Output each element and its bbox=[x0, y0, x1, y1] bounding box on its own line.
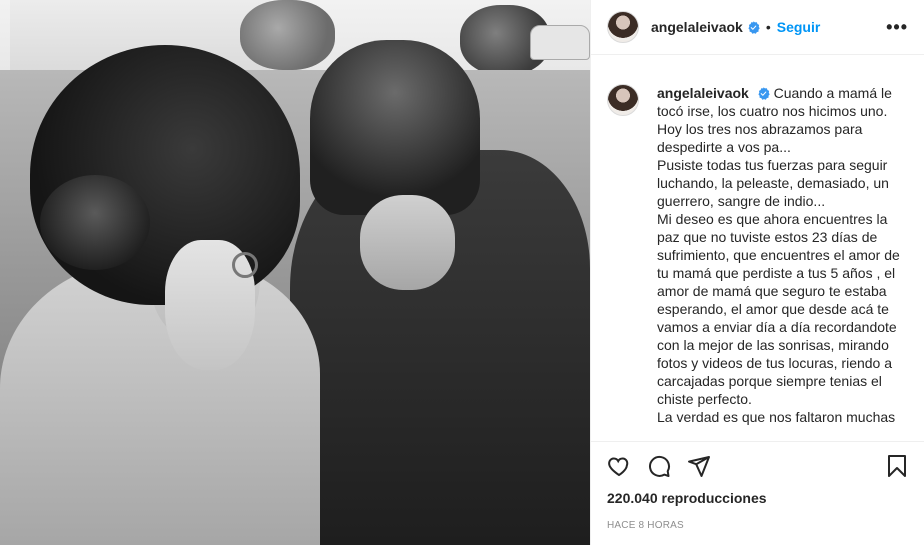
media-car bbox=[530, 25, 590, 60]
action-icons-row bbox=[607, 442, 909, 490]
post-timestamp[interactable]: HACE 8 HORAS bbox=[607, 520, 909, 531]
media-earring bbox=[232, 252, 258, 278]
caption-paragraph: Pusiste todas tus fuerzas para seguir lu… bbox=[657, 157, 889, 209]
verified-badge-icon bbox=[748, 20, 760, 34]
caption-paragraph: angelaleivaok Cuando a mamá le tocó irse… bbox=[657, 84, 907, 156]
media-woman-bun bbox=[40, 175, 150, 270]
media-woman-hair bbox=[30, 45, 300, 305]
verified-badge-icon bbox=[758, 87, 770, 100]
caption-paragraph: Mi deseo es que ahora encuentres la paz … bbox=[657, 211, 900, 407]
caption-text: angelaleivaok Cuando a mamá le tocó irse… bbox=[657, 84, 907, 426]
heart-icon[interactable] bbox=[607, 454, 631, 478]
bookmark-icon[interactable] bbox=[885, 454, 909, 478]
caption-author-username[interactable]: angelaleivaok bbox=[657, 85, 749, 101]
header-separator: • bbox=[765, 19, 771, 35]
media-man-hand bbox=[360, 195, 455, 290]
comment-icon[interactable] bbox=[647, 454, 671, 478]
caption-author-avatar[interactable] bbox=[607, 84, 639, 116]
view-count[interactable]: 220.040 reproducciones bbox=[607, 490, 909, 506]
media-man-hat bbox=[310, 40, 480, 215]
post-actions: 220.040 reproducciones HACE 8 HORAS bbox=[591, 441, 924, 545]
caption-row: angelaleivaok Cuando a mamá le tocó irse… bbox=[607, 84, 909, 426]
more-options-button[interactable]: ••• bbox=[886, 17, 908, 38]
share-icon[interactable] bbox=[687, 454, 711, 478]
caption-paragraph: La verdad es que nos faltaron muchas bbox=[657, 409, 896, 425]
post-media[interactable] bbox=[0, 0, 590, 545]
follow-button[interactable]: Seguir bbox=[777, 19, 821, 35]
author-username[interactable]: angelaleivaok bbox=[651, 19, 743, 35]
post-header: angelaleivaok • Seguir ••• bbox=[591, 0, 924, 55]
media-tree bbox=[240, 0, 335, 70]
post-caption: angelaleivaok Cuando a mamá le tocó irse… bbox=[591, 56, 924, 440]
author-avatar[interactable] bbox=[607, 11, 639, 43]
post-side-panel: angelaleivaok • Seguir ••• angelaleivaok… bbox=[590, 0, 924, 545]
